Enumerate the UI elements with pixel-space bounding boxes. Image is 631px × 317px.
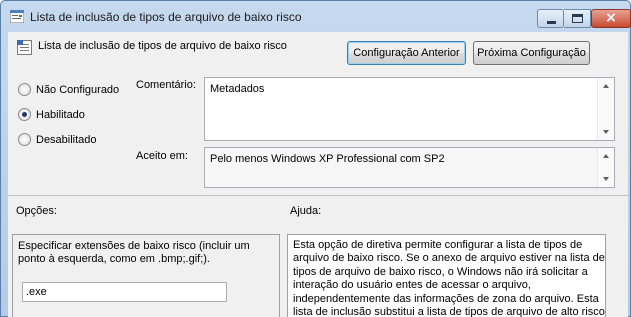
- comment-scrollbar[interactable]: [597, 78, 614, 140]
- scroll-up-icon[interactable]: [603, 154, 609, 158]
- help-line: Esta opção de diretiva permite configura…: [293, 239, 583, 251]
- next-setting-button[interactable]: Próxima Configuração: [473, 41, 590, 65]
- help-line: arquivo de baixo risco. Se o anexo de ar…: [293, 252, 605, 265]
- close-button[interactable]: ×: [591, 9, 631, 28]
- scroll-down-icon[interactable]: [603, 130, 609, 134]
- comment-text: Metadados: [210, 83, 265, 95]
- scroll-up-icon[interactable]: [603, 84, 609, 88]
- policy-window: Lista de inclusão de tipos de arquivo de…: [0, 0, 631, 317]
- maximize-button[interactable]: [564, 9, 591, 28]
- scroll-down-icon[interactable]: [603, 177, 609, 181]
- help-pane[interactable]: Esta opção de diretiva permite configura…: [287, 234, 606, 317]
- policy-title: Lista de inclusão de tipos de arquivo de…: [38, 40, 287, 52]
- radio-not-configured-label: Não Configurado: [36, 83, 120, 96]
- window-title: Lista de inclusão de tipos de arquivo de…: [30, 10, 302, 24]
- close-icon: ×: [605, 10, 617, 26]
- radio-disabled-circle[interactable]: [18, 133, 31, 146]
- policy-setting-icon: [17, 40, 32, 55]
- help-text: Esta opção de diretiva permite configura…: [293, 239, 605, 317]
- radio-enabled-label: Habilitado: [36, 108, 85, 121]
- extensions-input[interactable]: .exe: [22, 282, 227, 302]
- minimize-icon: [547, 21, 556, 24]
- title-bar[interactable]: Lista de inclusão de tipos de arquivo de…: [1, 1, 631, 31]
- comment-label: Comentário:: [136, 79, 196, 91]
- radio-not-configured[interactable]: Não Configurado: [18, 83, 119, 96]
- radio-not-configured-circle[interactable]: [18, 83, 31, 96]
- supported-scrollbar[interactable]: [597, 148, 614, 187]
- radio-enabled[interactable]: Habilitado: [18, 108, 85, 121]
- section-divider: [8, 195, 628, 196]
- dialog-body: Lista de inclusão de tipos de arquivo de…: [8, 32, 628, 317]
- maximize-icon: [572, 14, 583, 23]
- options-label: Opções:: [16, 205, 57, 217]
- supported-on-text: Pelo menos Windows XP Professional com S…: [210, 153, 445, 165]
- options-pane: Especificar extensões de baixo risco (in…: [12, 234, 280, 317]
- options-description: Especificar extensões de baixo risco (in…: [18, 240, 250, 267]
- comment-textarea[interactable]: Metadados: [204, 77, 615, 141]
- radio-disabled[interactable]: Desabilitado: [18, 133, 97, 146]
- previous-setting-button[interactable]: Configuração Anterior: [347, 41, 466, 65]
- help-line: independentemente das informações de zon…: [293, 292, 599, 305]
- help-line: lista de inclusão substitui a lista de t…: [293, 306, 605, 317]
- options-description-line: ponto à esquerda, como em .bmp;.gif;).: [18, 253, 210, 266]
- options-description-line: Especificar extensões de baixo risco (in…: [18, 240, 250, 252]
- minimize-button[interactable]: [537, 9, 564, 28]
- policy-window-icon: [10, 10, 24, 23]
- help-line: tipos de arquivo de baixo risco, o Windo…: [293, 265, 588, 278]
- radio-disabled-label: Desabilitado: [36, 133, 97, 146]
- radio-enabled-circle[interactable]: [18, 108, 31, 121]
- help-label: Ajuda:: [290, 205, 322, 217]
- help-line: interação do usuário entes de acessar o …: [293, 279, 531, 292]
- supported-on-label: Aceito em:: [136, 150, 188, 162]
- supported-on-field: Pelo menos Windows XP Professional com S…: [204, 147, 615, 188]
- extensions-input-value: .exe: [26, 286, 47, 298]
